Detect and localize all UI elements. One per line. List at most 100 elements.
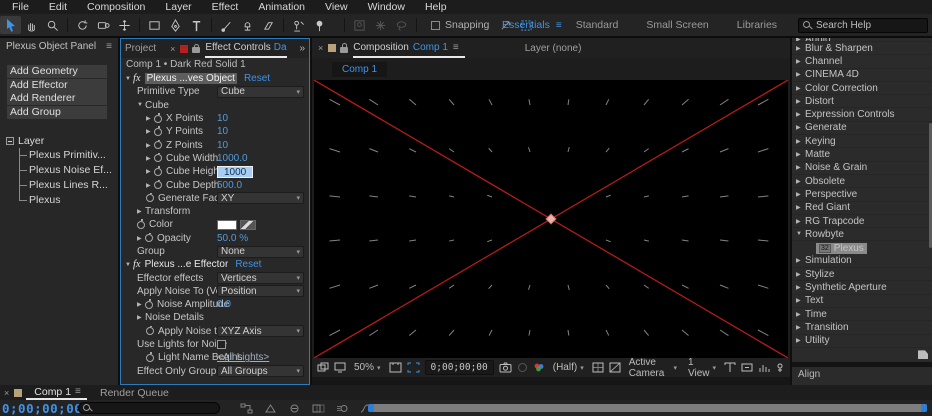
property-value[interactable]: 1000 ▾ (217, 165, 254, 178)
tree-item[interactable]: Plexus Noise Ef... (19, 163, 118, 178)
property-value[interactable]: Position ▾ (217, 285, 304, 298)
workspace-small-screen[interactable]: Small Screen (632, 19, 722, 31)
mask-visibility-icon[interactable] (609, 361, 621, 375)
effect-row[interactable]: ▶ Noise Details ▾ (121, 311, 309, 324)
property-value[interactable]: Vertices ▾ (217, 272, 304, 285)
magnification-dropdown[interactable]: 50% ▾ (351, 361, 384, 375)
expander-icon[interactable]: ▶ (796, 297, 805, 304)
close-icon[interactable]: × (170, 44, 175, 54)
menu-item[interactable]: View (315, 1, 358, 13)
effect-row[interactable]: ▶ Cube Width 1000.0 ▾ (121, 152, 309, 165)
comp-subtab[interactable]: Comp 1 (332, 61, 388, 77)
new-animation-preset-icon[interactable] (918, 350, 928, 360)
effects-category-item[interactable]: ▶ Utility (792, 335, 932, 348)
expander-icon[interactable]: ▶ (796, 111, 805, 118)
effect-row[interactable]: Effector effects Vertices ▾ (121, 271, 309, 285)
property-value[interactable]: All Groups ▾ (217, 365, 304, 378)
expander-icon[interactable]: ▶ (796, 138, 805, 145)
help-search-box[interactable]: Search Help (798, 18, 928, 33)
pan-behind-tool-icon[interactable] (114, 16, 135, 34)
expander-icon[interactable]: ▶ (137, 235, 145, 242)
effects-category-item[interactable]: ▶ Obsolete (792, 175, 932, 189)
effects-category-item[interactable]: ▶ CINEMA 4D (792, 69, 932, 82)
draft-3d-icon[interactable] (264, 401, 277, 415)
expander-icon[interactable]: ▶ (146, 142, 154, 149)
expander-icon[interactable]: ▶ (796, 257, 805, 264)
expander-icon[interactable]: ▼ (125, 76, 133, 82)
expander-icon[interactable]: ▶ (796, 284, 805, 291)
effects-category-item[interactable]: ▶ Generate (792, 122, 932, 136)
expander-icon[interactable]: ▶ (137, 301, 145, 308)
transparency-grid-icon[interactable] (592, 361, 604, 375)
property-value[interactable]: 10 ▾ (217, 126, 304, 138)
menu-item[interactable]: Animation (248, 1, 315, 13)
stopwatch-icon[interactable] (146, 352, 154, 362)
property-value[interactable]: 1000.0 ▾ (217, 152, 304, 164)
workspace-standard[interactable]: Standard (562, 19, 633, 31)
property-value[interactable]: None ▾ (217, 245, 304, 258)
effect-row[interactable]: Color ▾ (121, 218, 309, 231)
effects-category-item[interactable]: ▶ Perspective (792, 188, 932, 202)
rotate-tool-icon[interactable] (72, 16, 93, 34)
expander-icon[interactable]: ▶ (796, 218, 805, 225)
effect-row[interactable]: ▼ Cube ▾ (121, 99, 309, 112)
menu-item[interactable]: Window (358, 1, 415, 13)
stopwatch-icon[interactable] (154, 113, 162, 123)
expander-icon[interactable]: ▶ (137, 314, 145, 321)
stopwatch-icon[interactable] (154, 139, 162, 150)
current-timecode[interactable]: 0;00;00;00 (2, 401, 82, 416)
effects-category-item[interactable]: ▶ Blur & Sharpen (792, 42, 932, 56)
exposure-icon[interactable] (775, 361, 785, 375)
lock-icon[interactable] (340, 43, 349, 53)
snapping-checkbox[interactable] (431, 20, 440, 30)
close-icon[interactable]: × (4, 388, 9, 398)
effect-row[interactable]: Use Lights for Noise ▾ (121, 338, 309, 351)
effects-category-item[interactable]: ▶ Simulation (792, 255, 932, 269)
effect-row[interactable]: ▼ fx Plexus ...ves Object Reset ▾ (121, 72, 309, 85)
view-layout-dropdown[interactable]: 1 View ▾ (685, 357, 719, 379)
panel-menu-icon[interactable]: ≡ (453, 42, 459, 53)
workspace-essentials[interactable]: Essentials (488, 19, 564, 31)
panel-menu-icon[interactable]: ≡ (106, 41, 112, 52)
reset-link[interactable]: Reset (235, 259, 261, 270)
plexus-add-button[interactable]: Add Group (7, 105, 107, 119)
effects-category-item[interactable]: 32 Plexus (792, 241, 932, 254)
expander-icon[interactable]: ▼ (137, 102, 145, 108)
tree-item[interactable]: Plexus (19, 193, 118, 208)
effect-row[interactable]: Light Name Begins <All Lights> ▾ (121, 351, 309, 364)
menu-item[interactable]: Effect (202, 1, 249, 13)
menu-item[interactable]: Layer (155, 1, 201, 13)
roto-brush-tool-icon[interactable] (288, 16, 309, 34)
effect-row[interactable]: Primitive Type Cube ▾ (121, 85, 309, 98)
shape-tool-icon[interactable] (144, 16, 165, 34)
frame-blending-icon[interactable] (312, 401, 325, 415)
effect-row[interactable]: Effect Only Group All Groups ▾ (121, 365, 309, 378)
eyedropper-icon[interactable] (240, 219, 256, 230)
pixel-aspect-icon[interactable] (724, 361, 736, 375)
effects-category-item[interactable]: ▶ Expression Controls (792, 108, 932, 122)
menu-item[interactable]: Help (415, 1, 457, 13)
effects-category-item[interactable]: ▶ Color Correction (792, 82, 932, 96)
region-of-interest-icon[interactable] (407, 361, 420, 375)
camera-tool-icon[interactable] (93, 16, 114, 34)
fx-badge[interactable]: fx (133, 73, 141, 84)
menu-item[interactable]: File (2, 1, 39, 13)
effects-category-item[interactable]: ▶ Channel (792, 55, 932, 69)
tree-item[interactable]: Plexus Primitiv... (19, 148, 118, 163)
stopwatch-icon[interactable] (137, 219, 145, 229)
eraser-tool-icon[interactable] (258, 16, 279, 34)
expander-icon[interactable]: ▼ (125, 262, 133, 268)
effects-category-item[interactable]: ▶ Transition (792, 321, 932, 335)
fast-previews-icon[interactable] (741, 361, 753, 375)
stopwatch-icon[interactable] (146, 192, 154, 203)
effect-row[interactable]: Group None ▾ (121, 245, 309, 258)
show-channels-icon[interactable] (533, 361, 545, 375)
effects-category-item[interactable]: ▶ Time (792, 308, 932, 322)
timeline-search-box[interactable] (78, 402, 220, 414)
effect-row[interactable]: ▶ Transform ▾ (121, 205, 309, 218)
property-value[interactable]: 0.0 ▾ (217, 299, 304, 311)
expander-icon[interactable]: ▶ (796, 191, 805, 198)
expander-icon[interactable]: ▶ (796, 98, 805, 105)
property-value[interactable]: ▾ (217, 219, 304, 231)
property-value[interactable]: XY ▾ (217, 192, 304, 205)
